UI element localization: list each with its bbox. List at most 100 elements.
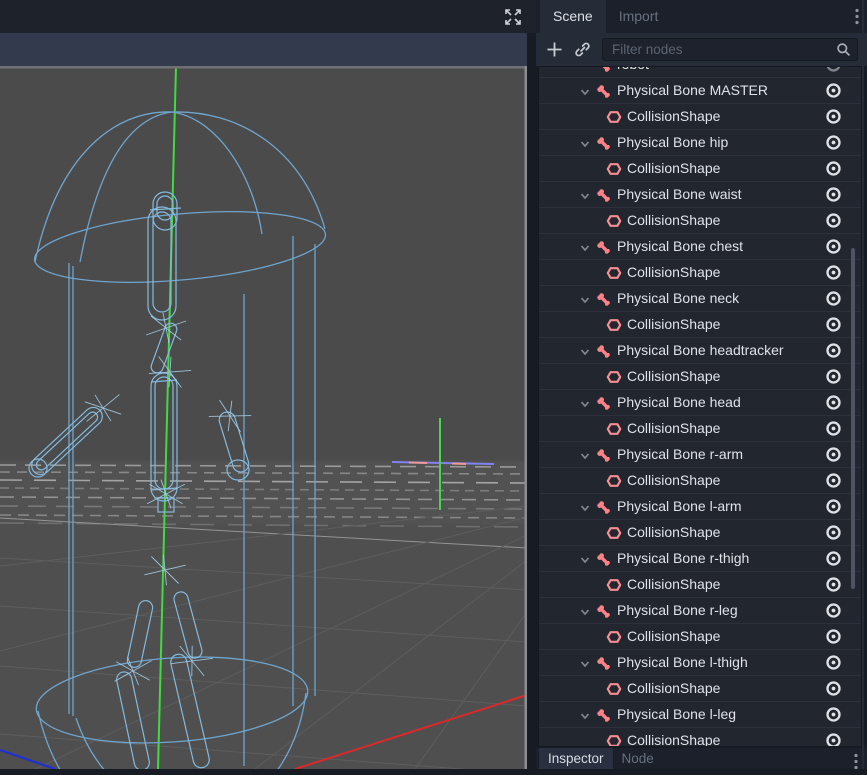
- add-node-button[interactable]: [546, 41, 563, 58]
- tab-scene[interactable]: Scene: [540, 0, 606, 33]
- visibility-eye-icon[interactable]: [825, 524, 842, 541]
- physical-bone-icon: [595, 707, 611, 723]
- chevron-down-icon[interactable]: [579, 85, 591, 97]
- visibility-eye-icon[interactable]: [825, 680, 842, 697]
- scrollbar-thumb[interactable]: [851, 248, 855, 589]
- collision-shape-icon: [606, 577, 622, 593]
- tab-import[interactable]: Import: [606, 0, 672, 33]
- visibility-eye-icon[interactable]: [825, 368, 842, 385]
- visibility-eye-icon[interactable]: [825, 446, 842, 463]
- tab-scene-label: Scene: [553, 8, 593, 24]
- visibility-eye-icon[interactable]: [825, 472, 842, 489]
- node-name: CollisionShape: [627, 676, 720, 701]
- node-name: CollisionShape: [627, 468, 720, 493]
- visibility-eye-icon[interactable]: [825, 212, 842, 229]
- tree-row[interactable]: CollisionShape: [539, 156, 861, 182]
- tree-row[interactable]: Physical Bone headtracker: [539, 338, 861, 364]
- bottom-menu-icon[interactable]: [853, 753, 859, 770]
- chevron-down-icon[interactable]: [579, 709, 591, 721]
- tree-row[interactable]: CollisionShape: [539, 312, 861, 338]
- visibility-eye-icon[interactable]: [825, 732, 842, 747]
- chevron-down-icon[interactable]: [579, 553, 591, 565]
- tree-row[interactable]: CollisionShape: [539, 208, 861, 234]
- chevron-down-icon[interactable]: [579, 605, 591, 617]
- tree-row[interactable]: CollisionShape: [539, 676, 861, 702]
- scene-tree[interactable]: robotPhysical Bone MASTERCollisionShapeP…: [538, 66, 862, 747]
- node-name: Physical Bone chest: [617, 234, 743, 259]
- instance-scene-button[interactable]: [574, 41, 591, 58]
- chevron-down-icon[interactable]: [579, 397, 591, 409]
- tree-row[interactable]: CollisionShape: [539, 624, 861, 650]
- tab-node[interactable]: Node: [613, 748, 663, 769]
- node-name: robot: [617, 66, 649, 77]
- visibility-eye-icon[interactable]: [825, 108, 842, 125]
- tree-row[interactable]: Physical Bone r-arm: [539, 442, 861, 468]
- expand-icon[interactable]: [504, 8, 522, 26]
- tree-row[interactable]: CollisionShape: [539, 728, 861, 747]
- visibility-eye-icon[interactable]: [825, 134, 842, 151]
- tree-row[interactable]: Physical Bone hip: [539, 130, 861, 156]
- bottom-tabbar: Inspector Node: [536, 748, 867, 769]
- chevron-down-icon[interactable]: [579, 449, 591, 461]
- tree-row[interactable]: CollisionShape: [539, 104, 861, 130]
- visibility-eye-icon[interactable]: [825, 394, 842, 411]
- tree-row[interactable]: Physical Bone head: [539, 390, 861, 416]
- chevron-down-icon[interactable]: [579, 657, 591, 669]
- chevron-down-icon[interactable]: [579, 293, 591, 305]
- tree-row[interactable]: robot: [539, 66, 861, 78]
- chevron-down-icon[interactable]: [579, 501, 591, 513]
- tree-row[interactable]: Physical Bone r-thigh: [539, 546, 861, 572]
- collision-shape-icon: [606, 681, 622, 697]
- scene-toolbar: [536, 33, 867, 66]
- physical-bone-icon: [595, 66, 611, 73]
- node-name: CollisionShape: [627, 572, 720, 597]
- tree-row[interactable]: Physical Bone l-thigh: [539, 650, 861, 676]
- visibility-eye-icon[interactable]: [825, 238, 842, 255]
- tree-row[interactable]: Physical Bone MASTER: [539, 78, 861, 104]
- tree-row[interactable]: CollisionShape: [539, 364, 861, 390]
- visibility-eye-icon[interactable]: [825, 82, 842, 99]
- tree-row[interactable]: CollisionShape: [539, 520, 861, 546]
- tree-row[interactable]: CollisionShape: [539, 468, 861, 494]
- visibility-eye-icon[interactable]: [825, 602, 842, 619]
- collision-shape-icon: [606, 421, 622, 437]
- node-name: Physical Bone neck: [617, 286, 739, 311]
- visibility-eye-icon[interactable]: [825, 342, 842, 359]
- wireframe-scene: [0, 66, 527, 769]
- tree-row[interactable]: Physical Bone waist: [539, 182, 861, 208]
- tree-row[interactable]: Physical Bone r-leg: [539, 598, 861, 624]
- viewport-header: [0, 0, 536, 33]
- tree-row[interactable]: Physical Bone chest: [539, 234, 861, 260]
- filter-nodes-input[interactable]: [603, 42, 836, 57]
- viewport-3d[interactable]: [0, 66, 527, 769]
- visibility-eye-icon[interactable]: [825, 498, 842, 515]
- visibility-eye-icon[interactable]: [825, 628, 842, 645]
- chevron-down-icon[interactable]: [579, 345, 591, 357]
- visibility-eye-icon[interactable]: [825, 186, 842, 203]
- visibility-eye-icon[interactable]: [825, 160, 842, 177]
- tab-inspector[interactable]: Inspector: [539, 748, 613, 769]
- visibility-eye-icon[interactable]: [825, 316, 842, 333]
- visibility-eye-icon[interactable]: [825, 290, 842, 307]
- tree-row[interactable]: Physical Bone neck: [539, 286, 861, 312]
- visibility-eye-icon[interactable]: [825, 550, 842, 567]
- tree-row[interactable]: CollisionShape: [539, 260, 861, 286]
- collision-shape-icon: [606, 733, 622, 747]
- tree-row[interactable]: CollisionShape: [539, 572, 861, 598]
- chevron-down-icon[interactable]: [579, 189, 591, 201]
- tree-row[interactable]: CollisionShape: [539, 416, 861, 442]
- node-name: CollisionShape: [627, 104, 720, 129]
- panel-menu-icon[interactable]: [854, 8, 860, 25]
- visibility-eye-icon[interactable]: [825, 654, 842, 671]
- tree-row[interactable]: Physical Bone l-leg: [539, 702, 861, 728]
- visibility-eye-icon[interactable]: [825, 706, 842, 723]
- visibility-eye-icon[interactable]: [825, 420, 842, 437]
- chevron-down-icon[interactable]: [579, 137, 591, 149]
- tree-row[interactable]: Physical Bone l-arm: [539, 494, 861, 520]
- viewport-toolbar-strip: [0, 33, 527, 66]
- visibility-eye-icon[interactable]: [825, 66, 842, 73]
- visibility-eye-icon[interactable]: [825, 576, 842, 593]
- visibility-eye-icon[interactable]: [825, 264, 842, 281]
- scene-tabbar: Scene Import: [536, 0, 867, 33]
- chevron-down-icon[interactable]: [579, 241, 591, 253]
